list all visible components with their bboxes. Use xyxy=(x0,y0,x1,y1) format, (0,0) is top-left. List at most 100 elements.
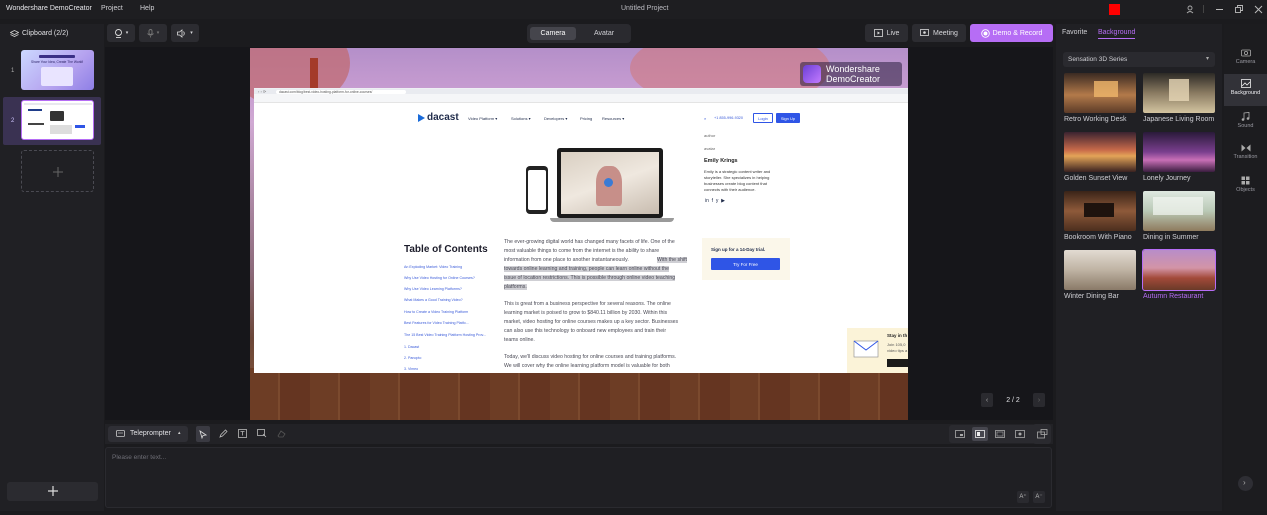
tab-favorite[interactable]: Favorite xyxy=(1062,29,1087,36)
background-label: Bookroom With Piano xyxy=(1064,234,1132,241)
user-icon[interactable] xyxy=(1186,5,1196,14)
article-line: Today, we'll discuss video hosting for o… xyxy=(504,354,677,360)
popup-title: Stay in th xyxy=(887,333,908,338)
microphone-source-button[interactable]: ▾ xyxy=(139,24,167,42)
tab-avatar[interactable]: Avatar xyxy=(581,27,627,40)
font-size-decrease-icon[interactable]: A⁻ xyxy=(1033,491,1045,503)
nav-camera[interactable]: Camera xyxy=(1224,48,1267,65)
series-dropdown[interactable]: Sensation 3D Series ▾ xyxy=(1063,52,1215,67)
nav-objects[interactable]: Objects xyxy=(1224,176,1267,193)
article-line: most valuable things to come from the in… xyxy=(504,248,660,254)
thumb-window xyxy=(1094,81,1118,97)
layout-side-icon[interactable] xyxy=(975,430,985,438)
toc-link: Why Use Video Learning Platforms? xyxy=(404,287,462,291)
menu-project[interactable]: Project xyxy=(101,5,123,12)
popup-line: Join 105,0 xyxy=(887,342,906,347)
clipboard-panel: Clipboard (2/2) 1 Share Your Idea, Creat… xyxy=(0,24,104,511)
layout-camera-icon[interactable] xyxy=(1015,430,1025,438)
teleprompter-placeholder: Please enter text... xyxy=(112,454,167,461)
url-text: dacast.com/blog/best-video-hosting-platf… xyxy=(279,89,373,94)
live-button[interactable]: Live xyxy=(865,24,908,42)
teleprompter-icon xyxy=(116,430,125,437)
add-slide-placeholder[interactable] xyxy=(21,150,94,192)
expand-panel-button[interactable]: › xyxy=(1238,476,1253,491)
nav-sound-label: Sound xyxy=(1237,123,1254,129)
site-nav-item: Video Platform ▾ xyxy=(468,116,498,121)
background-thumbnail-winter-dining-bar[interactable] xyxy=(1064,250,1136,290)
teleprompter-text-input[interactable]: Please enter text... A⁺ A⁻ xyxy=(105,447,1052,508)
slide-thumbnail-2[interactable] xyxy=(21,100,94,140)
layout-settings-button[interactable] xyxy=(1033,424,1051,444)
meeting-button[interactable]: Meeting xyxy=(912,24,966,42)
article-line: This is great from a business perspectiv… xyxy=(504,301,671,307)
background-label: Golden Sunset View xyxy=(1064,175,1128,182)
nav-transition[interactable]: Transition xyxy=(1224,144,1267,160)
tab-background[interactable]: Background xyxy=(1098,29,1135,36)
slide2-heading xyxy=(28,123,44,125)
speaker-source-button[interactable]: ▾ xyxy=(171,24,199,42)
layout-pip-icon[interactable] xyxy=(955,430,965,438)
envelope-icon xyxy=(853,340,879,358)
teleprompter-label: Teleprompter xyxy=(130,430,171,437)
background-thumbnail-lonely-journey[interactable] xyxy=(1143,132,1215,172)
watermark-line2: DemoCreator xyxy=(826,74,881,84)
slide1-title-bar xyxy=(39,55,75,58)
background-thumbnail-golden-sunset-view[interactable] xyxy=(1064,132,1136,172)
background-thumbnail-dining-in-summer[interactable] xyxy=(1143,191,1215,231)
nav-sound[interactable]: Sound xyxy=(1224,112,1267,129)
toc-link: The 15 Best Video Training Platform Host… xyxy=(404,333,486,337)
minimize-icon[interactable] xyxy=(1216,9,1224,11)
screen-annotation-icon[interactable] xyxy=(257,429,267,438)
demo-record-button[interactable]: Demo & Record xyxy=(970,24,1053,42)
site-login-button: Login xyxy=(753,113,773,123)
author-avatar-alt: avatar xyxy=(704,146,716,151)
title-bar: Wondershare DemoCreator Project Help Unt… xyxy=(0,0,1267,19)
add-clip-button[interactable] xyxy=(7,482,98,501)
webcam-source-button[interactable]: ▾ xyxy=(107,24,135,42)
text-box-icon[interactable] xyxy=(238,429,247,438)
select-tool-button[interactable] xyxy=(196,426,210,442)
cursor-icon xyxy=(199,430,207,439)
try-free-button: Try For Free xyxy=(711,258,780,270)
thumb-window xyxy=(1169,79,1189,101)
trial-title: Sign up for a 14-Day trial. xyxy=(711,247,766,252)
background-label: Japanese Living Room xyxy=(1143,116,1215,123)
article-line: learning market is poised to grow to $84… xyxy=(504,310,668,316)
previous-page-button[interactable]: ‹ xyxy=(981,393,993,407)
menu-help[interactable]: Help xyxy=(140,5,154,12)
phone-mockup xyxy=(526,166,548,214)
background-thumbnail-bookroom-with-piano[interactable] xyxy=(1064,191,1136,231)
transition-icon xyxy=(1241,144,1250,152)
toc-link: Best Features for Video Training Platfo.… xyxy=(404,321,469,325)
camera-icon xyxy=(1240,49,1251,57)
layout-screen-icon[interactable] xyxy=(995,430,1005,438)
background-thumbnail-japanese-living-room[interactable] xyxy=(1143,73,1215,113)
background-label: Dining in Summer xyxy=(1143,234,1199,241)
bookmarks-bar xyxy=(254,94,908,103)
tab-camera[interactable]: Camera xyxy=(530,27,576,40)
site-nav-item: Resources ▾ xyxy=(602,116,625,121)
teleprompter-dropdown[interactable]: Teleprompter ▴ xyxy=(108,426,188,442)
layers-icon xyxy=(10,30,19,37)
chevron-down-icon: ▾ xyxy=(1206,56,1210,62)
nav-background[interactable]: Background xyxy=(1224,79,1267,96)
close-icon[interactable] xyxy=(1254,5,1263,14)
teleprompter-toolbar: Teleprompter ▴ xyxy=(105,424,1053,444)
background-thumbnail-autumn-restaurant[interactable] xyxy=(1142,249,1216,291)
eraser-icon[interactable] xyxy=(277,429,286,438)
article-line: information from one place to another in… xyxy=(504,257,629,263)
font-size-increase-icon[interactable]: A⁺ xyxy=(1017,491,1029,503)
background-thumbnail-retro-working-desk[interactable] xyxy=(1064,73,1136,113)
restore-icon[interactable] xyxy=(1235,5,1244,14)
record-icon xyxy=(980,28,990,38)
next-page-button[interactable]: › xyxy=(1033,393,1045,407)
popup-button xyxy=(887,359,908,367)
title-divider xyxy=(1203,5,1204,13)
background-library-panel: Favorite Background Sensation 3D Series … xyxy=(1056,24,1222,511)
toc-link: 3. Vimeo xyxy=(404,367,419,371)
slide-thumbnail-1[interactable]: Share Your Idea, Create The World! xyxy=(21,50,94,90)
article-line: We will cover why the online learning pl… xyxy=(504,363,670,369)
webcam-icon xyxy=(114,28,122,38)
clipboard-title: Clipboard (2/2) xyxy=(22,30,69,37)
pen-icon[interactable] xyxy=(219,429,228,438)
